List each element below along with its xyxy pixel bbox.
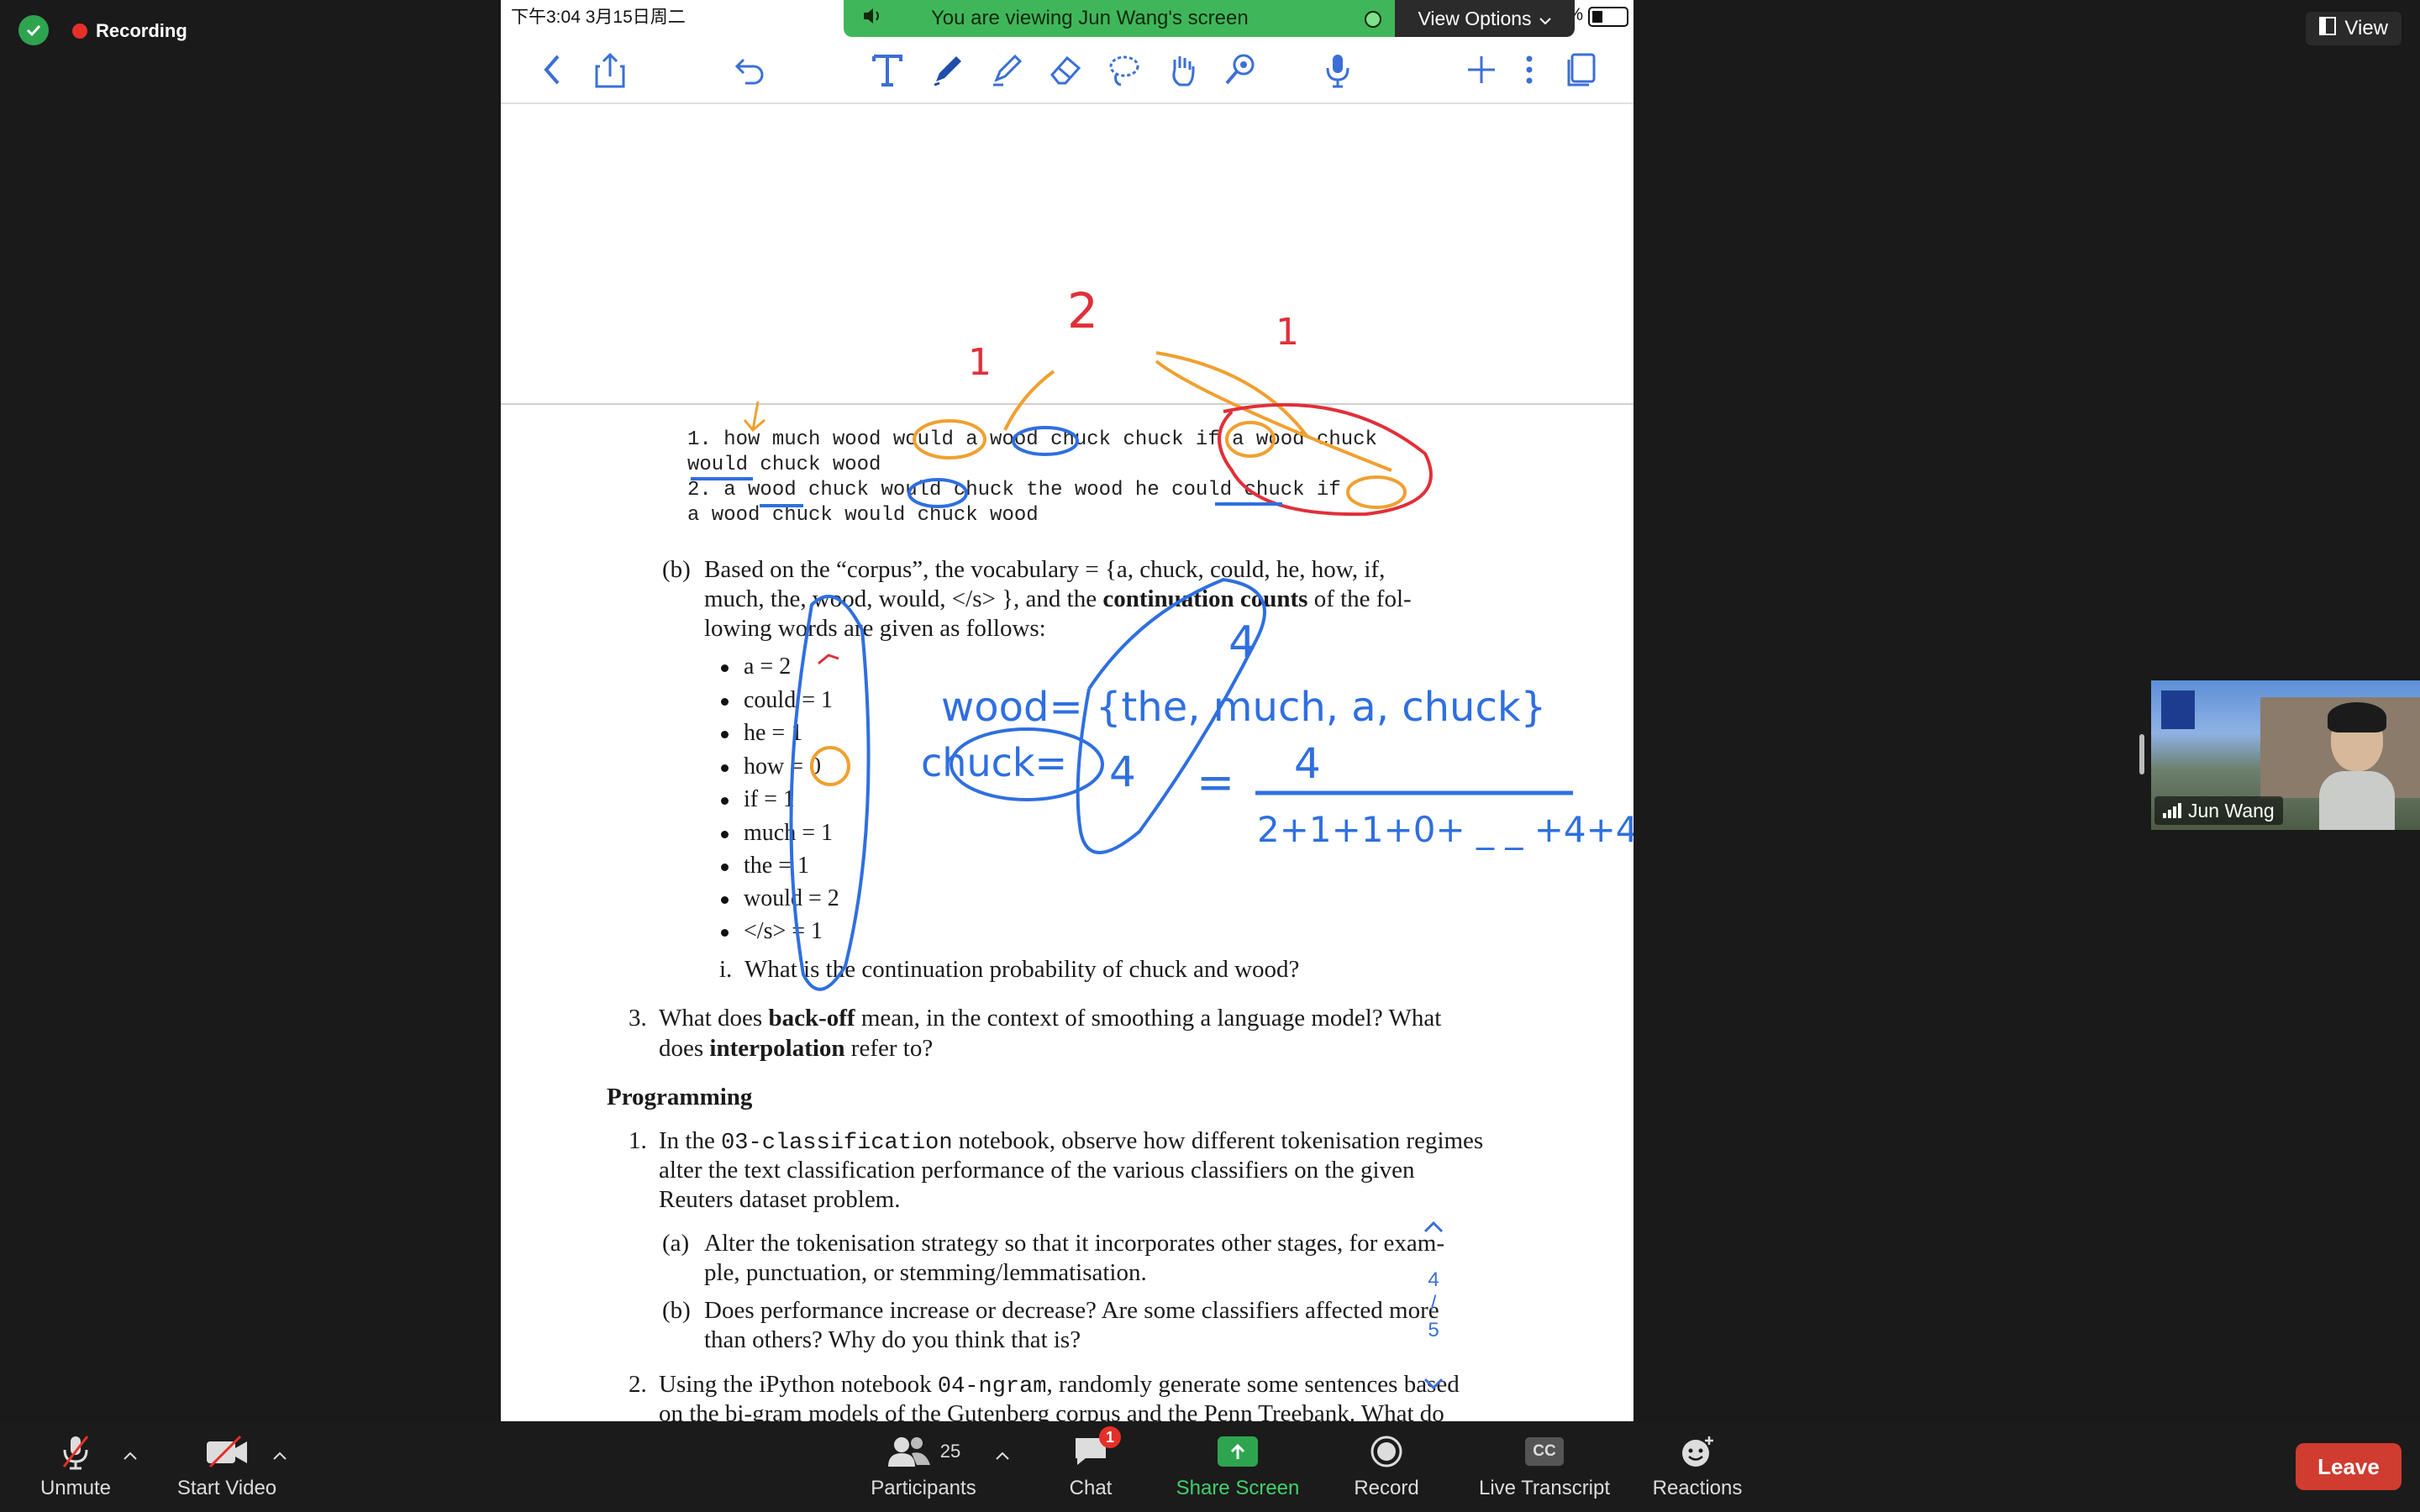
view-label: View: [2344, 17, 2388, 39]
ink-number: 1: [968, 341, 992, 384]
university-logo: [2161, 690, 2195, 729]
share-screen-icon: [1218, 1433, 1258, 1470]
chat-button[interactable]: 1 Chat: [1049, 1421, 1133, 1512]
start-video-label: Start Video: [176, 1477, 277, 1499]
share-screen-label: Share Screen: [1176, 1477, 1300, 1499]
ink-four: 4: [1109, 748, 1136, 796]
screen-share-text: You are viewing Jun Wang's screen: [931, 7, 1249, 29]
share-screen-button[interactable]: Share Screen: [1166, 1421, 1309, 1512]
ink-annotations: 2 1 1 4 wood= {the, much, a, chuck} chuc…: [691, 282, 1634, 991]
recording-indicator[interactable]: Recording: [72, 17, 187, 45]
view-layout-icon: [2319, 16, 2337, 41]
recording-label: Recording: [96, 20, 187, 41]
chat-label: Chat: [1069, 1477, 1113, 1499]
participants-button[interactable]: 25 Participants: [860, 1421, 986, 1512]
ink-number: 1: [1276, 311, 1299, 354]
start-video-button[interactable]: Start Video: [168, 1421, 286, 1512]
ink-equals: =: [1197, 756, 1234, 809]
participants-label: Participants: [871, 1477, 976, 1499]
speaker-icon: [862, 7, 884, 30]
ink-number: 4: [1228, 617, 1256, 668]
live-transcript-label: Live Transcript: [1478, 1477, 1611, 1499]
audio-options-caret-icon[interactable]: [123, 1446, 138, 1466]
chevron-down-icon: [1539, 8, 1552, 30]
record-icon: [1370, 1433, 1403, 1470]
screen-share-banner: You are viewing Jun Wang's screen: [844, 0, 1395, 37]
video-camera-off-icon: [205, 1433, 249, 1470]
participant-name: Jun Wang: [2188, 799, 2275, 822]
record-dot-icon: [72, 24, 87, 39]
shared-screen: 下午3:04 3月15日周二 % 1. how much wood would …: [501, 0, 1634, 1421]
reactions-button[interactable]: Reactions: [1645, 1421, 1749, 1512]
ink-numerator: 4: [1294, 739, 1321, 788]
ink-chuck-equation: chuck=: [921, 740, 1067, 785]
participants-options-caret-icon[interactable]: [995, 1446, 1010, 1466]
leave-button[interactable]: Leave: [2296, 1443, 2402, 1490]
video-options-caret-icon[interactable]: [272, 1446, 287, 1466]
security-shield-icon[interactable]: [18, 15, 49, 45]
chat-unread-badge: 1: [1099, 1426, 1121, 1448]
ink-wood-equation: wood= {the, much, a, chuck}: [941, 684, 1546, 731]
live-transcript-button[interactable]: CC Live Transcript: [1469, 1421, 1620, 1512]
reactions-smiley-icon: [1679, 1433, 1716, 1470]
participants-icon: 25: [886, 1433, 960, 1470]
ink-number: 2: [1067, 282, 1098, 339]
view-button[interactable]: View: [2306, 12, 2402, 45]
view-options-label: View Options: [1418, 7, 1532, 29]
participant-video[interactable]: Jun Wang: [2151, 680, 2420, 830]
record-label: Record: [1354, 1477, 1419, 1499]
chat-icon: 1: [1072, 1426, 1121, 1470]
share-status-dot-icon: [1365, 11, 1381, 28]
unmute-button[interactable]: Unmute: [34, 1421, 118, 1512]
participant-person: [2319, 702, 2395, 830]
ink-denominator: 2+1+1+0+ _ _ +4+4: [1257, 809, 1634, 850]
participant-name-tag: Jun Wang: [2154, 796, 2283, 825]
record-button[interactable]: Record: [1344, 1421, 1428, 1512]
video-panel-resize-handle[interactable]: [2139, 734, 2144, 774]
microphone-muted-icon: [59, 1433, 92, 1470]
participants-count: 25: [939, 1441, 961, 1462]
unmute-label: Unmute: [39, 1477, 112, 1499]
reactions-label: Reactions: [1652, 1477, 1743, 1499]
view-options-button[interactable]: View Options: [1395, 0, 1575, 37]
meeting-controls-bar: Unmute Start Video 25 Participants 1 Cha…: [0, 1421, 2420, 1512]
signal-bars-icon: [2163, 803, 2181, 818]
closed-caption-icon: CC: [1525, 1433, 1564, 1470]
